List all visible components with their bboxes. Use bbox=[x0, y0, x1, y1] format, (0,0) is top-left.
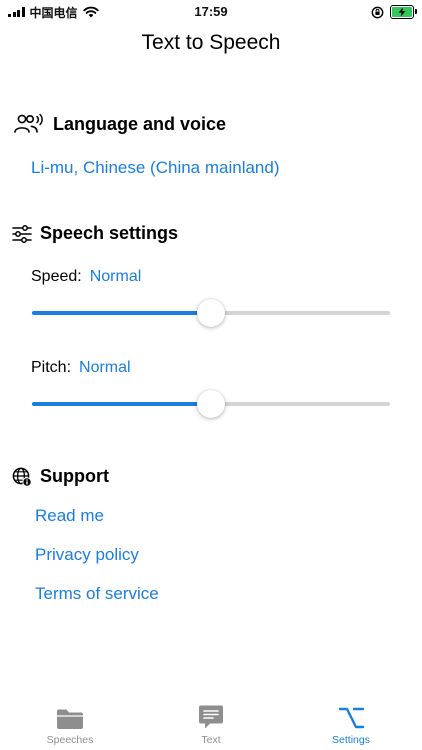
read-me-link[interactable]: Read me bbox=[35, 506, 104, 526]
option-key-icon bbox=[338, 707, 365, 729]
pitch-slider-fill bbox=[32, 402, 211, 406]
battery-icon bbox=[390, 5, 417, 19]
language-section-title: Language and voice bbox=[53, 113, 227, 134]
sliders-icon bbox=[12, 224, 32, 243]
tab-speeches[interactable]: Speeches bbox=[10, 698, 130, 750]
support-section-title: Support bbox=[40, 466, 109, 486]
status-right bbox=[371, 4, 417, 20]
status-bar: 中国电信 17:59 bbox=[0, 0, 422, 24]
speed-slider-thumb[interactable] bbox=[197, 299, 225, 327]
voice-selector[interactable]: Li-mu, Chinese (China mainland) bbox=[31, 158, 280, 178]
tab-text[interactable]: Text bbox=[151, 698, 271, 750]
pitch-label: Pitch: bbox=[31, 359, 72, 376]
speed-row: Speed: Normal bbox=[31, 268, 141, 286]
pitch-slider-thumb[interactable] bbox=[197, 390, 225, 418]
speaking-people-icon bbox=[14, 113, 43, 133]
tab-speeches-label: Speeches bbox=[46, 734, 94, 746]
speed-slider-fill bbox=[32, 311, 211, 315]
tab-bar: Speeches Text Settings bbox=[0, 698, 422, 750]
language-section-header: Language and voice bbox=[13, 113, 226, 135]
page-title: Text to Speech bbox=[141, 31, 281, 54]
pitch-value: Normal bbox=[79, 359, 131, 376]
support-section-header: Support bbox=[12, 466, 109, 487]
speed-label: Speed: bbox=[31, 268, 82, 285]
tab-settings[interactable]: Settings bbox=[291, 698, 411, 750]
status-time: 17:59 bbox=[194, 4, 228, 19]
pitch-slider[interactable] bbox=[32, 389, 390, 419]
globe-icon bbox=[12, 467, 32, 487]
orientation-lock-icon bbox=[371, 6, 384, 18]
privacy-policy-link[interactable]: Privacy policy bbox=[35, 545, 139, 565]
folder-icon bbox=[57, 709, 83, 729]
tab-settings-label: Settings bbox=[332, 734, 370, 746]
speech-section-header: Speech settings bbox=[12, 223, 178, 244]
text-bubble-icon bbox=[199, 705, 223, 729]
terms-of-service-link[interactable]: Terms of service bbox=[35, 584, 159, 604]
pitch-row: Pitch: Normal bbox=[31, 359, 131, 377]
speech-section-title: Speech settings bbox=[40, 223, 179, 243]
speed-value: Normal bbox=[89, 268, 142, 285]
speed-slider[interactable] bbox=[32, 298, 390, 328]
tab-text-label: Text bbox=[201, 734, 221, 746]
